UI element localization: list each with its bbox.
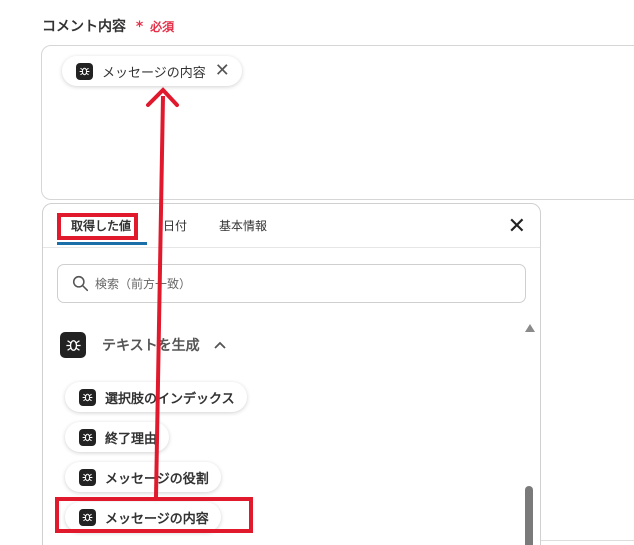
app-logo-icon [60, 332, 86, 358]
close-icon[interactable]: ✕ [508, 216, 526, 238]
app-logo-icon [79, 388, 96, 406]
required-badge: 必須 [150, 20, 175, 34]
active-tab-indicator [57, 242, 147, 245]
search-icon [72, 275, 89, 292]
field-label-text: コメント内容 [42, 19, 126, 35]
highlight-box-tab [57, 213, 138, 240]
app-logo-icon [76, 62, 93, 80]
list-item-label: メッセージの役割 [105, 471, 209, 487]
list-item[interactable]: 終了理由 [65, 422, 170, 452]
search-placeholder: 検索（前方一致） [95, 277, 192, 291]
chip-label: メッセージの内容 [102, 65, 206, 81]
chevron-up-icon[interactable] [213, 341, 226, 349]
required-star: * [135, 19, 144, 35]
group-header[interactable]: テキストを生成 [60, 332, 226, 358]
close-icon[interactable]: ✕ [215, 62, 230, 80]
app-logo-icon [79, 468, 96, 486]
selected-variable-chip[interactable]: メッセージの内容 ✕ [62, 56, 242, 86]
search-input[interactable]: 検索（前方一致） [57, 264, 526, 303]
tab-date[interactable]: 日付 [163, 217, 187, 234]
scrollbar-thumb[interactable] [525, 486, 533, 545]
variable-picker-panel: 取得した値 日付 基本情報 ✕ 検索（前方一致） テキストを生成 選択肢のインデ… [42, 203, 541, 545]
tab-basic-info[interactable]: 基本情報 [219, 217, 267, 234]
list-item-label: 終了理由 [105, 431, 158, 447]
list-item-label: 選択肢のインデックス [105, 391, 235, 407]
field-label: コメント内容 * 必須 [42, 16, 174, 36]
scroll-up-arrow[interactable] [525, 324, 535, 332]
highlight-box-item [55, 497, 253, 533]
list-item[interactable]: メッセージの役割 [65, 462, 221, 492]
app-logo-icon [79, 428, 96, 446]
divider [541, 540, 634, 541]
list-item[interactable]: 選択肢のインデックス [65, 382, 247, 412]
group-label: テキストを生成 [102, 338, 200, 354]
